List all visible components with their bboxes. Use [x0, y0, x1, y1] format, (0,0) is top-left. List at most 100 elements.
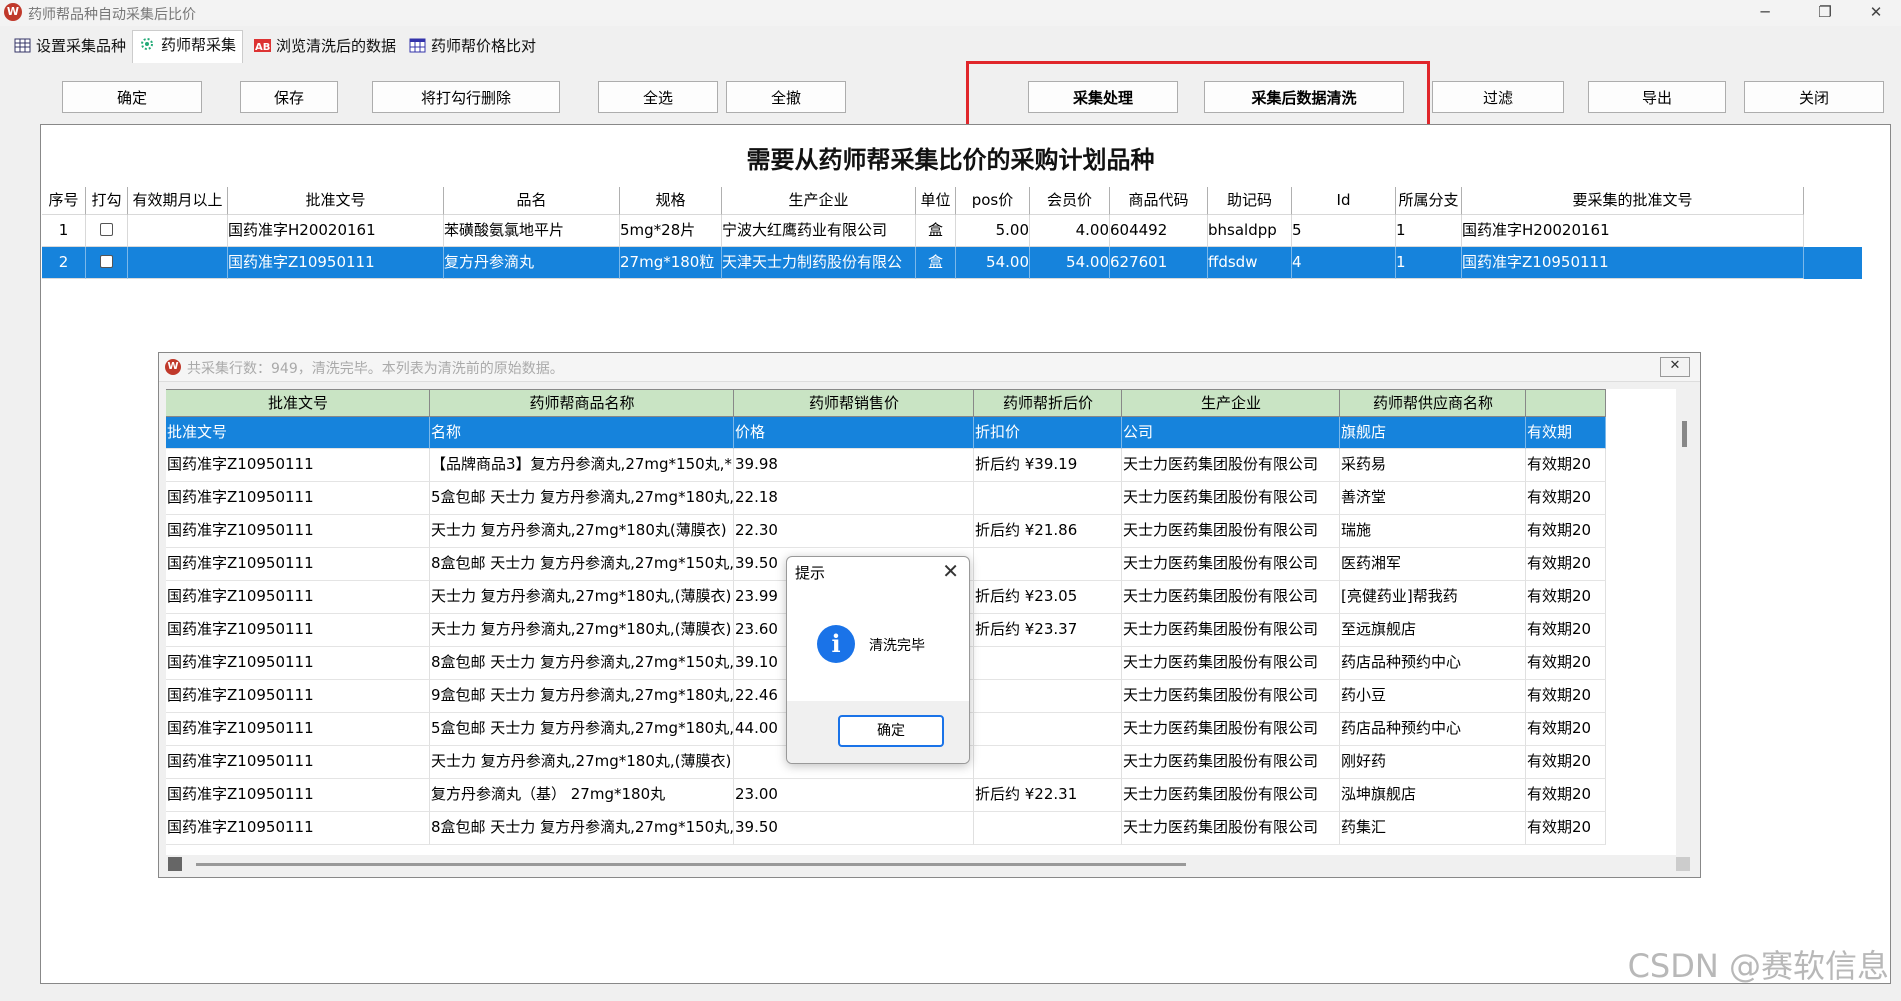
table-icon [409, 38, 426, 53]
cell: 善济堂 [1340, 482, 1526, 515]
cell-spec: 5mg*28片 [620, 215, 722, 247]
cell [974, 746, 1122, 779]
tab-price-compare[interactable]: 药师帮价格比对 [403, 32, 542, 60]
unselect-all-button[interactable]: 全撤 [726, 81, 846, 113]
col-header[interactable]: 单位 [916, 187, 956, 215]
close-button[interactable]: 关闭 [1744, 81, 1884, 113]
cell: 22.30 [734, 515, 974, 548]
col-header[interactable]: 药师帮销售价 [734, 389, 974, 417]
dialog-close-button[interactable]: ✕ [942, 559, 959, 583]
cell-index: 2 [42, 247, 86, 279]
col-header[interactable]: 公司 [1122, 417, 1340, 449]
row-checkbox[interactable] [100, 255, 113, 268]
row-checkbox[interactable] [100, 223, 113, 236]
dialog-title: 提示 [795, 564, 826, 582]
cell: 国药准字Z10950111 [166, 482, 430, 515]
table-row-selected[interactable]: 2 国药准字Z10950111 复方丹参滴丸 27mg*180粒 天津天士力制药… [42, 247, 1862, 279]
col-header[interactable]: Id [1292, 187, 1396, 215]
select-all-button[interactable]: 全选 [598, 81, 718, 113]
cell: 天士力医药集团股份有限公司 [1122, 713, 1340, 746]
delete-checked-button[interactable]: 将打勾行删除 [372, 81, 560, 113]
table-row[interactable]: 国药准字Z10950111 【品牌商品3】复方丹参滴丸,27mg*150丸,*2瓶… [166, 449, 1676, 482]
col-header[interactable]: 助记码 [1208, 187, 1292, 215]
scroll-thumb[interactable] [196, 863, 1186, 866]
row-checkbox-cell [86, 215, 128, 247]
col-header[interactable]: 会员价 [1030, 187, 1110, 215]
col-header[interactable]: 生产企业 [1122, 389, 1340, 417]
cell-mnemonic: ffdsdw [1208, 247, 1292, 279]
close-window-button[interactable]: ✕ [1851, 0, 1901, 26]
scroll-thumb[interactable] [1682, 421, 1687, 447]
table-row[interactable]: 国药准字Z10950111 天士力 复方丹参滴丸,27mg*180丸(薄膜衣) 22… [166, 515, 1676, 548]
col-header[interactable]: 药师帮折后价 [974, 389, 1122, 417]
col-header[interactable]: 商品代码 [1110, 187, 1208, 215]
raw-data-titlebar: W 共采集行数：949，清洗完毕。本列表为清洗前的原始数据。 ✕ [159, 353, 1700, 382]
col-header[interactable]: 批准文号 [166, 417, 430, 449]
cell: 药店品种预约中心 [1340, 713, 1526, 746]
confirm-button[interactable]: 确定 [62, 81, 202, 113]
vertical-scrollbar[interactable] [1678, 389, 1694, 855]
table-row[interactable]: 1 国药准字H20020161 苯磺酸氨氯地平片 5mg*28片 宁波大红鹰药业… [42, 215, 1822, 247]
cell: 23.00 [734, 779, 974, 812]
tab-browse-cleaned-data[interactable]: AB 浏览清洗后的数据 [248, 32, 402, 60]
tab-yaoshibang-collect[interactable]: 药师帮采集 [132, 30, 244, 63]
col-header[interactable]: 药师帮商品名称 [430, 389, 734, 417]
col-header[interactable]: 批准文号 [166, 389, 430, 417]
grid-header-row: 序号 打勾 有效期月以上 批准文号 品名 规格 生产企业 单位 pos价 会员价… [42, 187, 1822, 215]
col-header[interactable] [1526, 389, 1606, 417]
col-header[interactable]: 名称 [430, 417, 734, 449]
col-header[interactable]: 有效期 [1526, 417, 1606, 449]
cell: 折后约 ¥22.31 [974, 779, 1122, 812]
scroll-left-arrow[interactable] [168, 857, 182, 871]
col-header[interactable]: 药师帮供应商名称 [1340, 389, 1526, 417]
cell: 39.50 [734, 812, 974, 845]
cell: 22.18 [734, 482, 974, 515]
col-header[interactable]: pos价 [956, 187, 1030, 215]
table-row[interactable]: 国药准字Z10950111 5盒包邮 天士力 复方丹参滴丸,27mg*180丸,(… [166, 482, 1676, 515]
horizontal-scrollbar[interactable] [166, 855, 1694, 873]
col-header[interactable]: 折扣价 [974, 417, 1122, 449]
table-row[interactable]: 国药准字Z10950111 复方丹参滴丸（基） 27mg*180丸 23.00 折后约… [166, 779, 1676, 812]
filter-button[interactable]: 过滤 [1432, 81, 1564, 113]
cell: 有效期20 [1526, 614, 1606, 647]
col-header[interactable]: 序号 [42, 187, 86, 215]
scroll-right-arrow[interactable] [1676, 857, 1690, 871]
col-header[interactable]: 生产企业 [722, 187, 916, 215]
tab-bar: 设置采集品种 药师帮采集 AB 浏览清洗后的数据 药师帮价格比对 [0, 30, 1901, 63]
grid-icon [14, 38, 31, 53]
maximize-button[interactable]: ❐ [1800, 0, 1850, 26]
raw-data-close-button[interactable]: ✕ [1660, 357, 1690, 377]
col-header[interactable]: 旗舰店 [1340, 417, 1526, 449]
table-row[interactable]: 国药准字Z10950111 8盒包邮 天士力 复方丹参滴丸,27mg*150丸,*… [166, 812, 1676, 845]
col-header[interactable]: 品名 [444, 187, 620, 215]
col-header[interactable]: 要采集的批准文号 [1462, 187, 1804, 215]
cell: 国药准字Z10950111 [166, 647, 430, 680]
cell: 医药湘军 [1340, 548, 1526, 581]
message-dialog: 提示 ✕ i 清洗完毕 确定 [786, 556, 970, 764]
minimize-button[interactable]: ─ [1740, 0, 1790, 26]
col-header[interactable]: 批准文号 [228, 187, 444, 215]
cell: 国药准字Z10950111 [166, 779, 430, 812]
cell: 天士力医药集团股份有限公司 [1122, 779, 1340, 812]
cell-unit: 盒 [916, 247, 956, 279]
cell [974, 812, 1122, 845]
cell [974, 713, 1122, 746]
cell-code: 627601 [1110, 247, 1208, 279]
tab-set-collect-items[interactable]: 设置采集品种 [8, 32, 132, 60]
cell: 天士力医药集团股份有限公司 [1122, 614, 1340, 647]
column-header-row[interactable]: 批准文号 名称 价格 折扣价 公司 旗舰店 有效期 [166, 417, 1676, 449]
export-button[interactable]: 导出 [1588, 81, 1726, 113]
cell: 有效期20 [1526, 647, 1606, 680]
cell [974, 680, 1122, 713]
cell [974, 647, 1122, 680]
col-header[interactable]: 规格 [620, 187, 722, 215]
save-button[interactable]: 保存 [240, 81, 338, 113]
dialog-ok-button[interactable]: 确定 [838, 715, 944, 747]
col-header[interactable]: 有效期月以上 [128, 187, 228, 215]
col-header[interactable]: 价格 [734, 417, 974, 449]
watermark: CSDN @赛软信息 [1627, 947, 1889, 985]
col-header[interactable]: 打勾 [86, 187, 128, 215]
col-header[interactable]: 所属分支 [1396, 187, 1462, 215]
group-header-row[interactable]: 批准文号 药师帮商品名称 药师帮销售价 药师帮折后价 生产企业 药师帮供应商名称 [166, 389, 1676, 417]
cell: [亮健药业]帮我药 [1340, 581, 1526, 614]
